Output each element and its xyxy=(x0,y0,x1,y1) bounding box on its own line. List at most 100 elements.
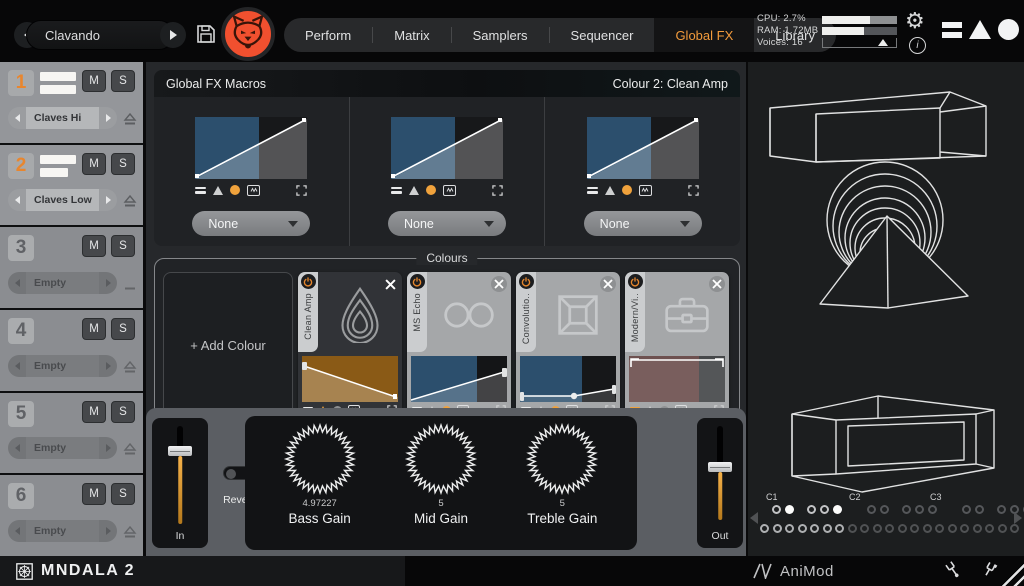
key-dot[interactable] xyxy=(873,524,882,533)
preset-name-field[interactable]: Clavando xyxy=(26,20,174,50)
lfo-wave-icon[interactable] xyxy=(443,185,456,196)
sample-selector[interactable]: Empty xyxy=(8,520,117,542)
key-dot[interactable] xyxy=(975,505,984,514)
bass-gain-knob[interactable] xyxy=(283,422,357,496)
eject-icon[interactable] xyxy=(123,113,137,127)
curve-mode-bars-icon[interactable] xyxy=(195,187,206,194)
colour-card-clean-amp[interactable]: Clean Amp xyxy=(298,272,402,418)
scroll-right-icon[interactable] xyxy=(1014,512,1022,524)
sample-prev-arrow[interactable] xyxy=(8,520,26,542)
sample-prev-arrow[interactable] xyxy=(8,437,26,459)
curve-mode-triangle-icon[interactable] xyxy=(605,186,615,195)
add-colour-button[interactable]: + Add Colour xyxy=(163,272,293,418)
expand-icon[interactable] xyxy=(688,185,699,196)
sample-next-arrow[interactable] xyxy=(99,107,117,129)
macro-assign-dropdown[interactable]: None xyxy=(192,211,310,236)
sample-prev-arrow[interactable] xyxy=(8,272,26,294)
mntra-logo[interactable] xyxy=(942,19,1019,40)
eject-icon[interactable] xyxy=(123,526,137,540)
colour-envelope-display[interactable] xyxy=(302,356,398,402)
key-dot[interactable] xyxy=(948,524,957,533)
sample-next-arrow[interactable] xyxy=(99,189,117,211)
key-dot[interactable] xyxy=(928,505,937,514)
power-button[interactable] xyxy=(410,274,425,289)
key-dot[interactable] xyxy=(785,524,794,533)
animod-wireframe-speaker[interactable] xyxy=(754,66,1018,356)
key-dot[interactable] xyxy=(820,505,829,514)
mute-button[interactable]: M xyxy=(82,235,106,257)
key-dot[interactable] xyxy=(998,524,1007,533)
fader-handle[interactable] xyxy=(708,462,732,472)
tuning-fork-icon[interactable] xyxy=(944,561,962,579)
solo-button[interactable]: S xyxy=(111,235,135,257)
key-dot[interactable] xyxy=(935,524,944,533)
settings-gear-icon[interactable]: ⚙ xyxy=(905,10,925,32)
key-dot[interactable] xyxy=(860,524,869,533)
key-dot[interactable] xyxy=(810,524,819,533)
voice-limit-slider[interactable] xyxy=(822,38,897,48)
close-icon[interactable] xyxy=(600,276,616,292)
curve-mode-dot-icon[interactable] xyxy=(426,185,436,195)
key-dot[interactable] xyxy=(997,505,1006,514)
key-dot[interactable] xyxy=(985,524,994,533)
mute-button[interactable]: M xyxy=(82,483,106,505)
save-icon[interactable] xyxy=(196,24,216,44)
animod-wireframe-box[interactable] xyxy=(766,384,1006,504)
sample-prev-arrow[interactable] xyxy=(8,189,26,211)
curve-mode-dot-icon[interactable] xyxy=(230,185,240,195)
input-fader[interactable] xyxy=(168,426,192,524)
close-icon[interactable] xyxy=(709,276,725,292)
eject-icon[interactable] xyxy=(123,443,137,457)
colour-envelope-display[interactable] xyxy=(411,356,507,402)
curve-mode-triangle-icon[interactable] xyxy=(409,186,419,195)
key-dot[interactable] xyxy=(807,505,816,514)
key-dot[interactable] xyxy=(960,524,969,533)
sample-prev-arrow[interactable] xyxy=(8,107,26,129)
macro-assign-dropdown[interactable]: None xyxy=(388,211,506,236)
key-dot[interactable] xyxy=(915,505,924,514)
eject-icon[interactable] xyxy=(123,278,137,292)
expand-icon[interactable] xyxy=(492,185,503,196)
macro-envelope-display[interactable] xyxy=(195,117,307,179)
mute-button[interactable]: M xyxy=(82,70,106,92)
fader-handle[interactable] xyxy=(168,446,192,456)
sample-next-arrow[interactable] xyxy=(99,437,117,459)
tab-global-fx[interactable]: Global FX xyxy=(654,18,754,52)
key-dot[interactable] xyxy=(848,524,857,533)
power-button[interactable] xyxy=(519,274,534,289)
tab-perform[interactable]: Perform xyxy=(284,18,372,52)
tab-samplers[interactable]: Samplers xyxy=(452,18,549,52)
preset-next-button[interactable] xyxy=(160,22,186,48)
sample-next-arrow[interactable] xyxy=(99,355,117,377)
expand-icon[interactable] xyxy=(296,185,307,196)
key-dot[interactable] xyxy=(798,524,807,533)
key-dot[interactable] xyxy=(773,524,782,533)
key-dot[interactable] xyxy=(1010,524,1019,533)
info-icon[interactable]: i xyxy=(909,37,926,54)
sample-prev-arrow[interactable] xyxy=(8,355,26,377)
tab-matrix[interactable]: Matrix xyxy=(373,18,450,52)
key-dot[interactable] xyxy=(885,524,894,533)
snap-tool-icon[interactable] xyxy=(980,561,998,579)
key-dot[interactable] xyxy=(962,505,971,514)
white-key-dots-row[interactable] xyxy=(760,524,1019,533)
colour-card-modern[interactable]: Modern/Vi.. xyxy=(625,272,729,418)
power-button[interactable] xyxy=(301,274,316,289)
key-dot[interactable] xyxy=(867,505,876,514)
curve-mode-bars-icon[interactable] xyxy=(391,187,402,194)
curve-mode-dot-icon[interactable] xyxy=(622,185,632,195)
sample-selector[interactable]: Claves Hi xyxy=(8,107,117,129)
close-icon[interactable] xyxy=(491,276,507,292)
power-button[interactable] xyxy=(628,274,643,289)
key-dot[interactable] xyxy=(923,524,932,533)
close-icon[interactable] xyxy=(382,276,398,292)
key-dot[interactable] xyxy=(902,505,911,514)
mute-button[interactable]: M xyxy=(82,318,106,340)
solo-button[interactable]: S xyxy=(111,401,135,423)
key-dot[interactable] xyxy=(973,524,982,533)
tab-sequencer[interactable]: Sequencer xyxy=(550,18,655,52)
key-dot[interactable] xyxy=(880,505,889,514)
lfo-wave-icon[interactable] xyxy=(639,185,652,196)
mute-button[interactable]: M xyxy=(82,401,106,423)
black-key-dots-row[interactable] xyxy=(772,505,1024,514)
